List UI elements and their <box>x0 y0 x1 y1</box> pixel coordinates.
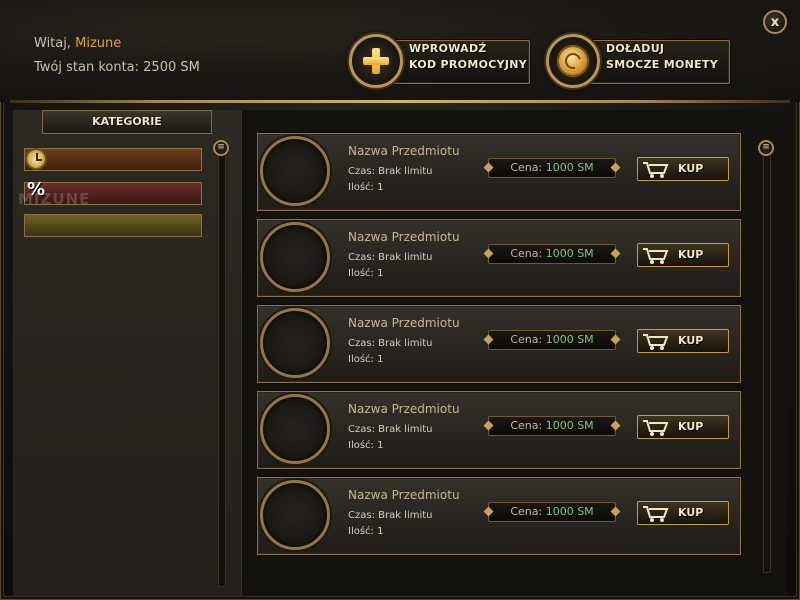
buy-button[interactable]: KUP <box>637 243 729 267</box>
buy-label: KUP <box>678 334 704 347</box>
item-name: Nazwa Przedmiotu <box>348 144 460 158</box>
cart-icon <box>643 334 669 350</box>
cart-icon <box>643 506 669 522</box>
item-quantity: Ilość: 1 <box>348 182 384 193</box>
shop-item-row: Nazwa Przedmiotu Czas: Brak limitu Ilość… <box>257 391 741 469</box>
close-button[interactable]: x <box>763 10 787 34</box>
account-balance: Twój stan konta: 2500 SM <box>34 60 200 75</box>
top-up-dragon-coins-button[interactable]: DOŁADUJ SMOCZE MONETY <box>546 34 730 88</box>
plus-icon <box>363 48 389 74</box>
buy-button[interactable]: KUP <box>637 329 729 353</box>
coins-button-label: DOŁADUJ SMOCZE MONETY <box>606 41 718 73</box>
cart-icon <box>643 248 669 264</box>
promo-button-label: WPROWADŹ KOD PROMOCYJNY <box>409 41 527 73</box>
buy-button[interactable]: KUP <box>637 501 729 525</box>
price-value: 1000 SM <box>545 419 594 432</box>
promo-medal <box>349 34 403 88</box>
item-price: Cena: 1000 SM <box>488 416 616 436</box>
price-value: 1000 SM <box>545 161 594 174</box>
price-label: Cena: <box>510 247 546 260</box>
item-icon-slot <box>260 136 330 206</box>
buy-label: KUP <box>678 506 704 519</box>
item-price: Cena: 1000 SM <box>488 158 616 178</box>
item-name: Nazwa Przedmiotu <box>348 230 460 244</box>
price-label: Cena: <box>510 419 546 432</box>
buy-label: KUP <box>678 420 704 433</box>
item-quantity: Ilość: 1 <box>348 440 384 451</box>
coins-medal <box>546 34 600 88</box>
promo-label-line2: KOD PROMOCYJNY <box>409 58 528 71</box>
item-icon-slot <box>260 394 330 464</box>
price-label: Cena: <box>510 333 546 346</box>
enter-promo-code-button[interactable]: WPROWADŹ KOD PROMOCYJNY <box>349 34 530 88</box>
category-time-limited[interactable] <box>24 148 202 171</box>
price-value: 1000 SM <box>545 505 594 518</box>
buy-button[interactable]: KUP <box>637 415 729 439</box>
item-quantity: Ilość: 1 <box>348 526 384 537</box>
item-duration: Czas: Brak limitu <box>348 510 433 521</box>
item-duration: Czas: Brak limitu <box>348 338 433 349</box>
price-label: Cena: <box>510 505 546 518</box>
item-list-scroll-handle[interactable]: ≡ <box>758 140 774 156</box>
clock-icon <box>25 148 47 170</box>
item-name: Nazwa Przedmiotu <box>348 316 460 330</box>
greeting: Witaj, Mizune <box>34 36 121 51</box>
price-value: 1000 SM <box>545 247 594 260</box>
price-value: 1000 SM <box>545 333 594 346</box>
promo-label-line1: WPROWADŹ <box>409 42 487 55</box>
categories-title: KATEGORIE <box>42 110 212 134</box>
item-duration: Czas: Brak limitu <box>348 252 433 263</box>
cart-icon <box>643 162 669 178</box>
shop-item-row: Nazwa Przedmiotu Czas: Brak limitu Ilość… <box>257 477 741 555</box>
item-icon-slot <box>260 222 330 292</box>
shop-item-row: Nazwa Przedmiotu Czas: Brak limitu Ilość… <box>257 305 741 383</box>
category-other[interactable] <box>24 214 202 237</box>
item-price: Cena: 1000 SM <box>488 502 616 522</box>
item-name: Nazwa Przedmiotu <box>348 488 460 502</box>
item-quantity: Ilość: 1 <box>348 354 384 365</box>
buy-button[interactable]: KUP <box>637 157 729 181</box>
coins-label-line1: DOŁADUJ <box>606 42 665 55</box>
price-label: Cena: <box>510 161 546 174</box>
buy-label: KUP <box>678 162 704 175</box>
shop-window: Witaj, Mizune Twój stan konta: 2500 SM x… <box>0 0 800 600</box>
sidebar-scroll-handle[interactable]: ≡ <box>213 140 229 156</box>
item-list-scrollbar[interactable] <box>763 143 771 573</box>
item-price: Cena: 1000 SM <box>488 244 616 264</box>
dragon-coin-icon <box>557 45 589 77</box>
coins-label-line2: SMOCZE MONETY <box>606 58 718 71</box>
username: Mizune <box>75 36 122 51</box>
item-icon-slot <box>260 308 330 378</box>
cart-icon <box>643 420 669 436</box>
header-divider <box>10 100 790 103</box>
shop-item-row: Nazwa Przedmiotu Czas: Brak limitu Ilość… <box>257 133 741 211</box>
item-duration: Czas: Brak limitu <box>348 424 433 435</box>
item-name: Nazwa Przedmiotu <box>348 402 460 416</box>
item-quantity: Ilość: 1 <box>348 268 384 279</box>
greeting-prefix: Witaj, <box>34 36 71 51</box>
sidebar-scrollbar[interactable] <box>218 145 226 587</box>
watermark: MIZUNE <box>18 190 91 208</box>
item-price: Cena: 1000 SM <box>488 330 616 350</box>
item-icon-slot <box>260 480 330 550</box>
shop-item-row: Nazwa Przedmiotu Czas: Brak limitu Ilość… <box>257 219 741 297</box>
item-duration: Czas: Brak limitu <box>348 166 433 177</box>
buy-label: KUP <box>678 248 704 261</box>
